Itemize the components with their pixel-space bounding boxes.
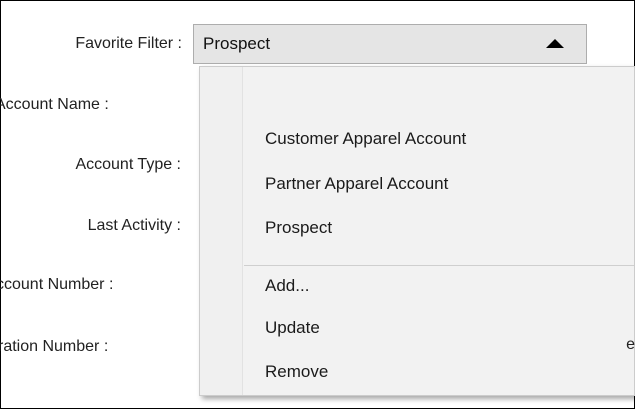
menu-gutter (200, 67, 243, 395)
favorite-filter-label: Favorite Filter : (75, 35, 182, 52)
account-type-label: Account Type : (75, 156, 181, 173)
menu-item-customer-apparel-account[interactable]: Customer Apparel Account (265, 128, 466, 150)
menu-item-add[interactable]: Add... (265, 275, 309, 297)
menu-item-prospect[interactable]: Prospect (265, 217, 332, 239)
registration-number-label: ration Number : (0, 338, 109, 355)
menu-item-remove[interactable]: Remove (265, 361, 328, 383)
menu-separator (244, 265, 634, 266)
clipped-text-fragment: e (626, 336, 635, 353)
account-number-label: ccount Number : (0, 276, 114, 293)
favorite-filter-dropdown: Customer Apparel Account Partner Apparel… (199, 66, 635, 396)
favorite-filter-value: Prospect (203, 34, 271, 53)
triangle-up-icon[interactable] (546, 39, 564, 48)
last-activity-label: Last Activity : (87, 217, 181, 234)
favorite-filter-combobox[interactable]: Prospect (193, 24, 587, 64)
menu-item-update[interactable]: Update (265, 317, 320, 339)
menu-item-partner-apparel-account[interactable]: Partner Apparel Account (265, 173, 448, 195)
account-name-label: Account Name : (0, 96, 109, 113)
